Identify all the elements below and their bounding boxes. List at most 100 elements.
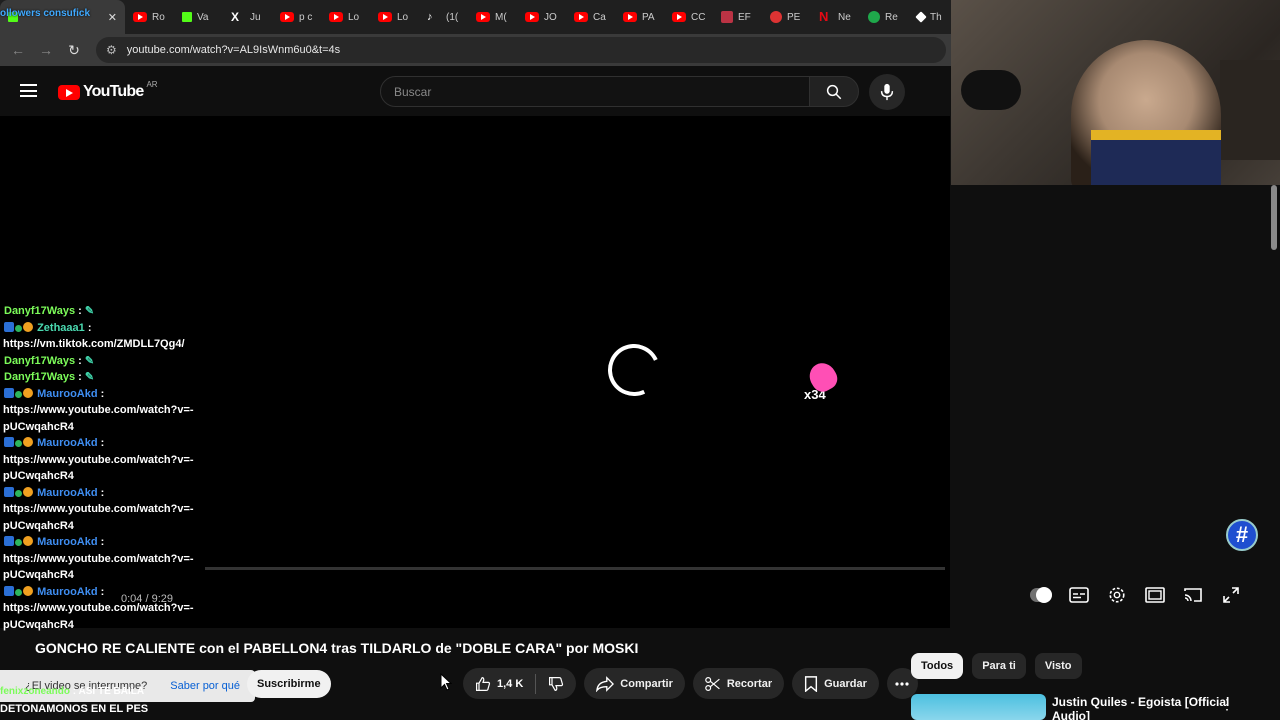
browser-tab[interactable]: M( xyxy=(468,0,517,34)
subtitles-icon[interactable] xyxy=(1068,584,1090,606)
more-vertical-icon[interactable]: ⋮ xyxy=(1220,696,1234,713)
clip-label: Recortar xyxy=(726,677,773,690)
tab-label: (1( xyxy=(446,11,459,23)
close-tab-icon[interactable]: ✕ xyxy=(108,11,117,24)
chat-badge-icon xyxy=(15,324,22,332)
browser-tab[interactable]: Ro xyxy=(125,0,174,34)
subscribe-button[interactable]: Suscribirme xyxy=(247,670,331,698)
browser-tab[interactable]: Re xyxy=(860,0,909,34)
chat-separator: : xyxy=(97,536,105,548)
search-input[interactable]: Buscar xyxy=(380,76,810,107)
tab-label: Ne xyxy=(838,11,851,23)
menu-icon[interactable] xyxy=(20,84,37,97)
browser-tab[interactable]: Lo xyxy=(321,0,370,34)
miniplayer-icon[interactable] xyxy=(1144,584,1166,606)
share-icon xyxy=(596,675,615,692)
hashtag-badge-icon[interactable]: # xyxy=(1226,519,1258,551)
chat-badge-icon xyxy=(15,588,22,596)
chat-separator: : xyxy=(75,371,82,383)
dislike-button[interactable] xyxy=(536,676,576,692)
browser-tab[interactable]: X Ju xyxy=(223,0,272,34)
tab-label: Re xyxy=(885,11,898,23)
chat-message: Danyf17Ways : ✎ xyxy=(0,369,205,386)
filter-chip[interactable]: Todos xyxy=(911,653,964,679)
browser-tab[interactable]: Va xyxy=(174,0,223,34)
chat-username: Danyf17Ways xyxy=(4,354,76,367)
browser-tab[interactable]: p c xyxy=(272,0,321,34)
chat-badge-icon xyxy=(15,390,22,398)
recommended-video[interactable]: Justin Quiles - Egoista [Official Audio]… xyxy=(911,694,1234,720)
tab-label: Ca xyxy=(593,11,606,23)
autoplay-toggle[interactable] xyxy=(1030,584,1052,606)
browser-tab[interactable]: N Ne xyxy=(811,0,860,34)
search-button[interactable] xyxy=(809,76,859,107)
filter-chip[interactable]: Visto xyxy=(1034,653,1082,679)
youtube-logo[interactable]: YouTube AR xyxy=(58,80,158,101)
tab-label: JO xyxy=(544,11,557,23)
voice-search-button[interactable] xyxy=(869,74,905,110)
chat-badge-icon xyxy=(23,321,33,332)
browser-tab[interactable]: EF xyxy=(713,0,762,34)
followers-overlay-text: ollowers consufick xyxy=(0,8,91,19)
youtube-icon xyxy=(623,12,637,22)
tiktok-icon: ♪ xyxy=(427,11,433,23)
filter-chip[interactable]: Para ti xyxy=(972,653,1026,679)
save-button[interactable]: Guardar xyxy=(792,668,879,699)
chat-link[interactable]: https://www.youtube.com/watch?v=-pUCwqah… xyxy=(0,551,205,584)
browser-tab[interactable]: CC xyxy=(664,0,713,34)
share-button[interactable]: Compartir xyxy=(584,668,685,699)
chat-message: Danyf17Ways : ✎ xyxy=(0,303,205,320)
chat-username: MaurooAkd xyxy=(37,437,98,449)
chat-link[interactable]: https://www.youtube.com/watch?v=-pUCwqah… xyxy=(0,501,205,534)
page-scrollbar[interactable] xyxy=(1268,185,1280,720)
chat-badge-icon xyxy=(4,437,14,447)
chat-badge-icon xyxy=(23,437,33,447)
chat-link[interactable]: https://www.youtube.com/watch?v=-pUCwqah… xyxy=(0,452,205,485)
save-label: Guardar xyxy=(824,677,867,690)
studio-microphone xyxy=(961,70,1021,110)
clip-button[interactable]: Recortar xyxy=(692,668,785,699)
browser-tab[interactable]: PA xyxy=(615,0,664,34)
settings-icon[interactable] xyxy=(1106,584,1128,606)
chat-badge-icon xyxy=(4,585,14,596)
bookmark-icon xyxy=(805,675,818,692)
recommended-title[interactable]: Justin Quiles - Egoista [Official Audio] xyxy=(1052,695,1242,720)
reload-button[interactable]: ↻ xyxy=(60,42,88,59)
youtube-header: YouTube AR Buscar xyxy=(0,66,950,116)
tab-label: Ro xyxy=(152,11,165,23)
chat-link[interactable]: https://www.youtube.com/watch?v=-pUCwqah… xyxy=(0,600,205,633)
chat-badge-icon xyxy=(4,387,14,398)
chat-message: MaurooAkd : xyxy=(0,435,205,452)
chat-username: MaurooAkd xyxy=(37,387,98,400)
forward-button[interactable]: → xyxy=(32,42,60,58)
chat-message: MaurooAkd : xyxy=(0,485,205,502)
address-bar[interactable]: ⚙ youtube.com/watch?v=AL9IsWnm6u0&t=4s xyxy=(96,37,946,63)
youtube-icon xyxy=(574,12,588,22)
chat-badge-icon xyxy=(15,539,22,546)
chat-link[interactable]: https://www.youtube.com/watch?v=-pUCwqah… xyxy=(0,402,205,435)
site-info-icon[interactable]: ⚙ xyxy=(106,43,117,57)
youtube-icon xyxy=(672,12,686,22)
tab-label: PA xyxy=(642,11,655,23)
chat-username: MaurooAkd xyxy=(37,486,98,499)
feather-emote-icon: ✎ xyxy=(81,371,95,383)
x-icon: X xyxy=(231,10,240,24)
tab-label: p c xyxy=(299,11,313,23)
chat-link[interactable]: https://vm.tiktok.com/ZMDLL7Qg4/ xyxy=(0,336,205,353)
browser-tab[interactable]: Ca xyxy=(566,0,615,34)
browser-tab[interactable]: ♪ (1( xyxy=(419,0,468,34)
browser-tab[interactable]: PE xyxy=(762,0,811,34)
chat-badge-icon xyxy=(23,387,33,398)
like-button[interactable]: 1,4 K xyxy=(463,673,537,694)
recommended-thumbnail[interactable] xyxy=(911,694,1046,720)
chat-badge-icon xyxy=(23,486,33,497)
cast-icon[interactable] xyxy=(1182,584,1204,606)
back-button[interactable]: ← xyxy=(4,42,32,58)
tab-label: Lo xyxy=(348,11,360,23)
browser-tab[interactable]: Lo xyxy=(370,0,419,34)
progress-bar[interactable] xyxy=(205,567,945,570)
browser-tab[interactable]: JO xyxy=(517,0,566,34)
learn-why-link[interactable]: Saber por qué xyxy=(170,680,240,692)
fullscreen-icon[interactable] xyxy=(1220,584,1242,606)
chat-separator: : xyxy=(97,585,105,598)
